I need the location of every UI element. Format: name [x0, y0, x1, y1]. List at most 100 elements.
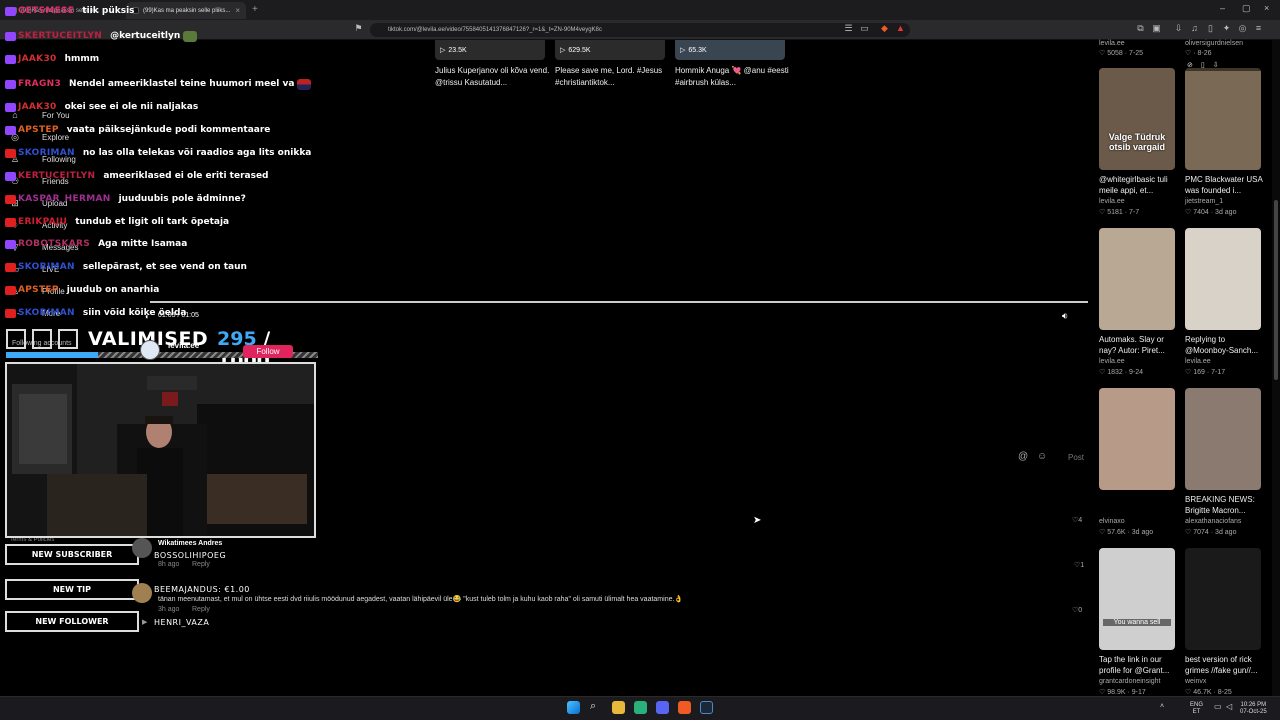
reader-icon[interactable]: ☰: [844, 24, 853, 33]
new-tip-alert: NEW TIP: [5, 579, 139, 600]
post-button[interactable]: Post: [1068, 453, 1084, 462]
heart-icon: ♡: [1185, 689, 1192, 696]
youtube-badge-icon: [5, 308, 16, 318]
comment-like[interactable]: ♡0: [1072, 606, 1082, 614]
video-progress-bar[interactable]: [150, 301, 1088, 303]
video-thumbnail[interactable]: Valge Tüdruk otsib vargaid: [1099, 68, 1175, 170]
video-caption[interactable]: best version of rick grimes //fake gun//…: [1185, 654, 1263, 676]
video-caption[interactable]: Replying to @Moonboy-Sanch...: [1185, 334, 1263, 356]
emoji-icon[interactable]: ☺: [1037, 451, 1047, 462]
video-author[interactable]: alexathanaciofans: [1185, 518, 1241, 525]
chat-text: sellepärast, et see vend on taun: [82, 262, 247, 272]
close-tab-icon[interactable]: ×: [235, 6, 240, 15]
start-icon[interactable]: [567, 701, 580, 714]
pause-icon[interactable]: ◐: [145, 312, 150, 321]
heart-icon: ♡: [1099, 529, 1106, 536]
url-field[interactable]: tiktok.com/@levila.ee/video/755840514137…: [370, 23, 910, 37]
brave-rewards-icon[interactable]: ▲: [896, 24, 905, 33]
steam-icon[interactable]: [700, 701, 713, 714]
brave-shield-icon[interactable]: ◆: [880, 24, 889, 33]
speaker-icon[interactable]: ◁: [1226, 702, 1232, 711]
author-name[interactable]: levila.ee: [168, 341, 199, 350]
wallet-icon[interactable]: ▣: [1152, 24, 1161, 33]
video-caption[interactable]: PMC Blackwater USA was founded i...: [1185, 174, 1263, 196]
bookmark-icon[interactable]: ⚑: [354, 24, 363, 33]
video-caption[interactable]: Julius Kuperjanov oli kõva vend. @trissu…: [435, 65, 555, 89]
video-author[interactable]: levila.ee: [1099, 40, 1125, 47]
video-author[interactable]: weinvx: [1185, 678, 1206, 685]
extensions-icon[interactable]: ⧉: [1136, 24, 1145, 33]
video-author[interactable]: jietstream_1: [1185, 198, 1223, 205]
chat-username: SKORIMAN: [18, 308, 75, 318]
video-thumbnail[interactable]: [1185, 388, 1261, 490]
video-author[interactable]: levila.ee: [1099, 198, 1125, 205]
video-caption[interactable]: Please save me, Lord. #Jesus #christiant…: [555, 65, 675, 89]
volume-icon[interactable]: 🔉︎: [1062, 311, 1068, 322]
copy-icon[interactable]: ▯: [1201, 61, 1205, 69]
file-explorer-icon[interactable]: [612, 701, 625, 714]
mention-icon[interactable]: @: [1018, 451, 1028, 462]
language-indicator[interactable]: ENG ET: [1190, 702, 1203, 716]
clock[interactable]: 10:26 PM 07-Oct-25: [1240, 702, 1267, 716]
minimize-icon[interactable]: –: [1220, 3, 1225, 13]
network-icon[interactable]: ▭: [1214, 702, 1222, 711]
play-icon: ▶: [142, 619, 148, 626]
video-thumbnail[interactable]: [1099, 228, 1175, 330]
chat-text: Aga mitte Isamaa: [98, 239, 188, 249]
reply-button[interactable]: Reply: [192, 606, 210, 613]
new-follower-alert: NEW FOLLOWER: [5, 611, 139, 632]
goal-progress-fill: [6, 352, 99, 358]
chat-username: JAAK30: [18, 54, 57, 64]
thumbnail-overlay-text: You wanna sell: [1103, 619, 1171, 626]
comment-like[interactable]: ♡4: [1072, 516, 1082, 524]
reply-button[interactable]: Reply: [192, 561, 210, 568]
video-thumbnail[interactable]: [1099, 388, 1175, 490]
comment-like[interactable]: ♡1: [1074, 561, 1084, 569]
discord-icon[interactable]: [656, 701, 669, 714]
video-thumbnail[interactable]: [1185, 548, 1261, 650]
tray-chevron-icon[interactable]: ˄: [1160, 703, 1164, 710]
new-tab-icon[interactable]: +: [252, 4, 258, 15]
video-stats: ♡ 7404 · 3d ago: [1185, 209, 1237, 216]
close-window-icon[interactable]: ×: [1264, 3, 1269, 13]
video-thumbnail[interactable]: [1185, 228, 1261, 330]
comment-avatar[interactable]: [132, 538, 152, 558]
author-avatar[interactable]: [140, 340, 160, 360]
brave-icon[interactable]: [678, 701, 691, 714]
chat-text: Nendel ameeriklastel teine huumori meel …: [69, 79, 295, 89]
sidebar-icon[interactable]: ▯: [1206, 24, 1215, 33]
search-icon[interactable]: ⌕: [590, 700, 596, 713]
browser-tab-active[interactable]: (99)Kas ma peaksin selle pliiks... ×: [126, 2, 246, 19]
video-caption[interactable]: Automaks. Slay or nay? Autor: Piret...: [1099, 334, 1177, 356]
video-author[interactable]: grantcardoneinsight: [1099, 678, 1161, 685]
new-tip-value: BEEMAJANDUS: €1.00: [154, 585, 250, 594]
menu-icon[interactable]: ≡: [1254, 24, 1263, 33]
download-icon[interactable]: ⇩: [1174, 24, 1183, 33]
video-author[interactable]: levila.ee: [1185, 358, 1211, 365]
video-author[interactable]: oliversigurdnielsen: [1185, 40, 1243, 47]
video-author[interactable]: levila.ee: [1099, 358, 1125, 365]
video-caption[interactable]: Hommik Anuga 💘 @anu #eesti #airbrush kül…: [675, 65, 795, 89]
video-caption[interactable]: @whitegirlbasic tuli meile appi, et...: [1099, 174, 1177, 196]
media-icon[interactable]: ♫: [1190, 24, 1199, 33]
video-time: 01:05 / 01:05: [158, 312, 199, 319]
comment-author[interactable]: Wikatimees Andres: [158, 540, 222, 547]
comment-avatar[interactable]: [132, 583, 152, 603]
leo-icon[interactable]: ✦: [1222, 24, 1231, 33]
pip-icon[interactable]: ⊘: [1187, 61, 1193, 69]
maximize-icon[interactable]: ▢: [1242, 3, 1251, 14]
app-icon[interactable]: [634, 701, 647, 714]
follow-button[interactable]: Follow: [243, 345, 293, 358]
download-icon[interactable]: ⇩: [1213, 61, 1219, 69]
chat-message: JAAK30 okei see ei ole nii naljakas: [5, 99, 198, 115]
chat-message: KASPAR_HERMAN juuduubis pole ädminne?: [5, 191, 246, 207]
vpn-icon[interactable]: ◎: [1238, 24, 1247, 33]
video-thumbnail[interactable]: [1185, 68, 1261, 170]
chat-username: APSTEP: [18, 125, 59, 135]
scrollbar[interactable]: [1272, 40, 1280, 696]
cast-icon[interactable]: ▭: [860, 24, 869, 33]
video-author[interactable]: elvinaxo: [1099, 518, 1125, 525]
video-caption[interactable]: BREAKING NEWS: Brigitte Macron...: [1185, 494, 1263, 516]
video-caption[interactable]: Tap the link in our profile for @Grant..…: [1099, 654, 1177, 676]
video-thumbnail[interactable]: You wanna sell: [1099, 548, 1175, 650]
